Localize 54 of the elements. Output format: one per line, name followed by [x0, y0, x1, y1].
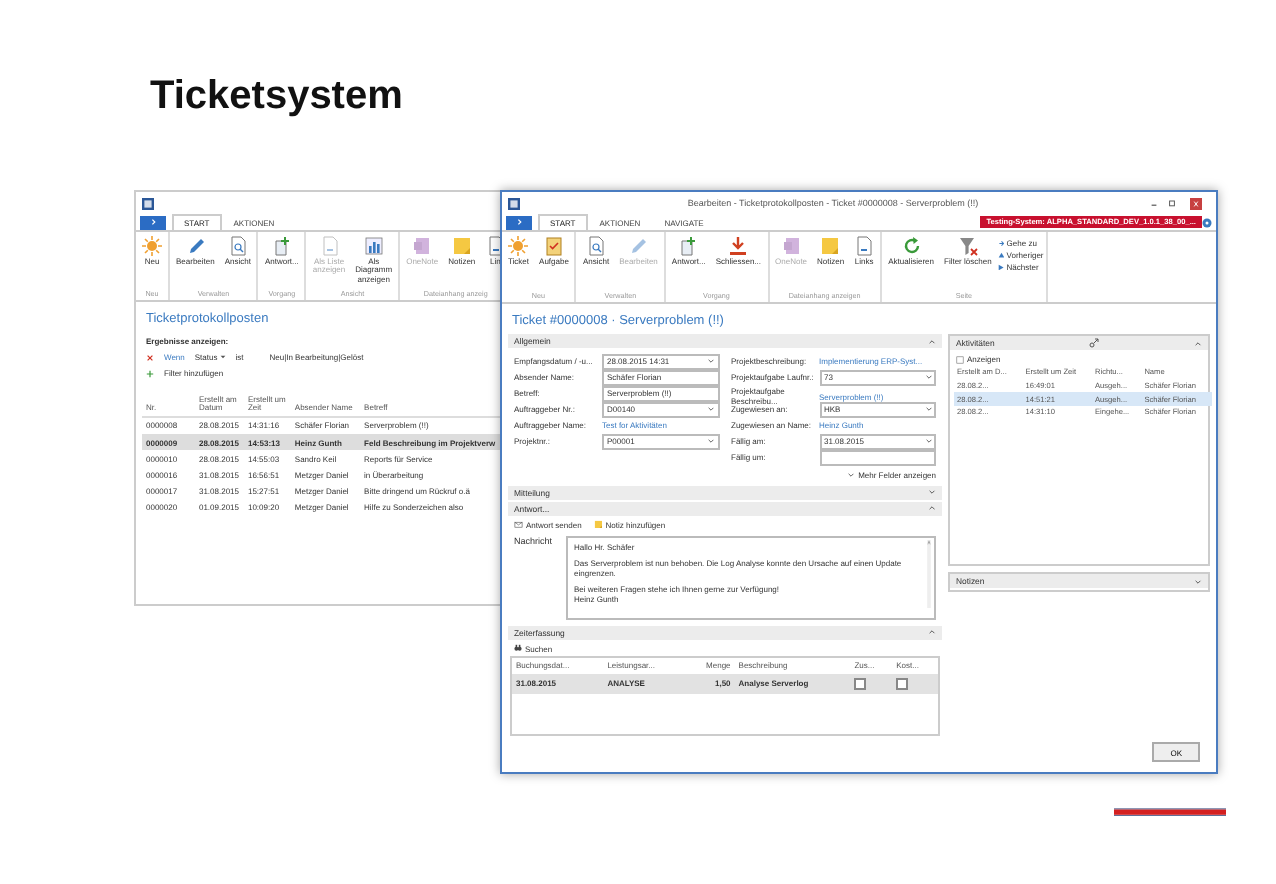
envelope-icon — [514, 519, 523, 529]
maximize-icon[interactable] — [1164, 197, 1180, 209]
sun-icon — [508, 236, 529, 256]
caret-icon — [708, 358, 714, 365]
note-icon — [451, 236, 472, 256]
chevron-icon[interactable] — [928, 488, 936, 496]
footer-bar — [1114, 804, 1226, 822]
document-plus-icon — [271, 236, 292, 256]
play-icon — [997, 263, 1005, 271]
caret-icon — [925, 438, 931, 445]
checkbox[interactable] — [854, 677, 867, 690]
triangle-icon — [997, 251, 1005, 259]
slide-title: Ticketsystem — [150, 74, 403, 120]
document-link-icon — [319, 236, 339, 256]
remove-icon[interactable] — [146, 353, 154, 361]
link-icon[interactable] — [1088, 338, 1101, 348]
note-icon — [820, 236, 841, 256]
caret-icon — [708, 438, 714, 445]
document-plus-icon — [678, 236, 699, 256]
chevron-icon[interactable] — [928, 504, 936, 512]
note-icon — [593, 519, 603, 529]
sun-icon — [142, 236, 162, 256]
refresh-icon — [901, 236, 922, 256]
plus-icon[interactable] — [146, 369, 154, 377]
arrow-icon — [997, 239, 1005, 247]
chevron-icon[interactable] — [928, 628, 936, 636]
document-search-icon — [227, 236, 248, 256]
scrollbar — [926, 539, 932, 607]
notebook-icon — [781, 236, 802, 256]
funnel-icon — [957, 236, 978, 256]
caret-icon — [708, 406, 714, 413]
help-icon[interactable] — [1202, 217, 1212, 227]
document-search-icon — [586, 236, 606, 256]
binoculars-icon — [514, 644, 522, 652]
chevron-icon[interactable] — [1193, 339, 1202, 347]
caret-icon — [219, 354, 226, 360]
clipboard-icon — [543, 236, 564, 256]
download-arrow-icon — [728, 236, 749, 256]
document-link-icon — [854, 236, 875, 256]
input-field[interactable] — [819, 450, 936, 465]
caret-icon — [925, 406, 931, 413]
pencil-icon — [185, 236, 206, 256]
chevron-icon[interactable] — [928, 337, 936, 345]
checkbox[interactable] — [896, 677, 909, 690]
caret-icon — [925, 374, 931, 381]
app-icon — [508, 197, 520, 209]
caret-icon — [848, 471, 855, 477]
app-icon — [142, 197, 154, 209]
notebook-icon — [412, 236, 433, 256]
chevron-icon[interactable] — [1194, 577, 1202, 585]
file-menu-button[interactable] — [506, 215, 532, 229]
pencil-icon — [628, 236, 649, 256]
chart-icon — [363, 236, 384, 256]
file-menu-button[interactable] — [140, 215, 166, 229]
